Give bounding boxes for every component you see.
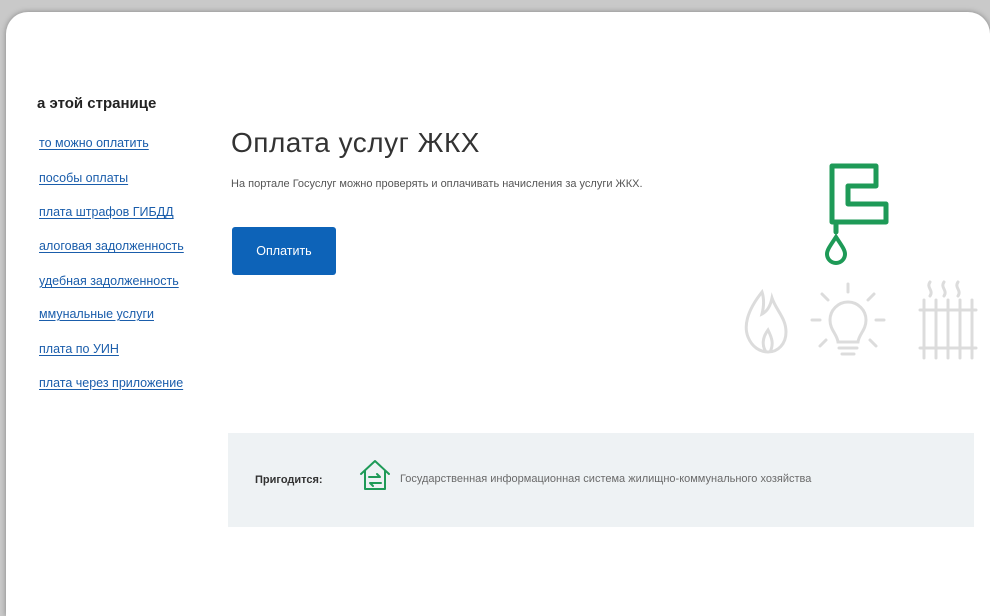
faucet-icon (829, 163, 889, 235)
on-this-page-nav: а этой странице то можно оплатить пособы… (6, 12, 226, 616)
useful-label: Пригодится: (255, 474, 323, 486)
light-bulb-icon (810, 282, 886, 356)
utilities-illustration (726, 142, 990, 382)
flame-icon (744, 288, 788, 354)
sidebar-item-utilities[interactable]: ммунальные услуги (39, 307, 154, 321)
sidebar-item-uin-payment[interactable]: плата по УИН (39, 342, 119, 356)
sidebar-item-app-payment[interactable]: плата через приложение (39, 376, 183, 390)
sidebar-title: а этой странице (37, 95, 157, 112)
page-title: Оплата услуг ЖКХ (231, 126, 480, 158)
water-drop-icon (824, 233, 848, 265)
pay-button[interactable]: Оплатить (232, 227, 336, 275)
sidebar-item-gibdd-fines[interactable]: плата штрафов ГИБДД (39, 205, 174, 219)
radiator-icon (918, 280, 978, 360)
sidebar-item-payment-methods[interactable]: пособы оплаты (39, 171, 128, 185)
house-exchange-icon (358, 458, 392, 497)
page-frame: а этой странице то можно оплатить пособы… (6, 12, 990, 616)
sidebar-item-tax-debt[interactable]: алоговая задолженность (39, 239, 184, 253)
gis-zhkh-link[interactable]: Государственная информационная система ж… (400, 473, 811, 485)
intro-text: На портале Госуслуг можно проверять и оп… (231, 178, 643, 190)
useful-section: Пригодится: Государственная информационн… (228, 433, 974, 527)
sidebar-item-what-to-pay[interactable]: то можно оплатить (39, 136, 149, 150)
sidebar-item-court-debt[interactable]: удебная задолженность (39, 274, 179, 288)
